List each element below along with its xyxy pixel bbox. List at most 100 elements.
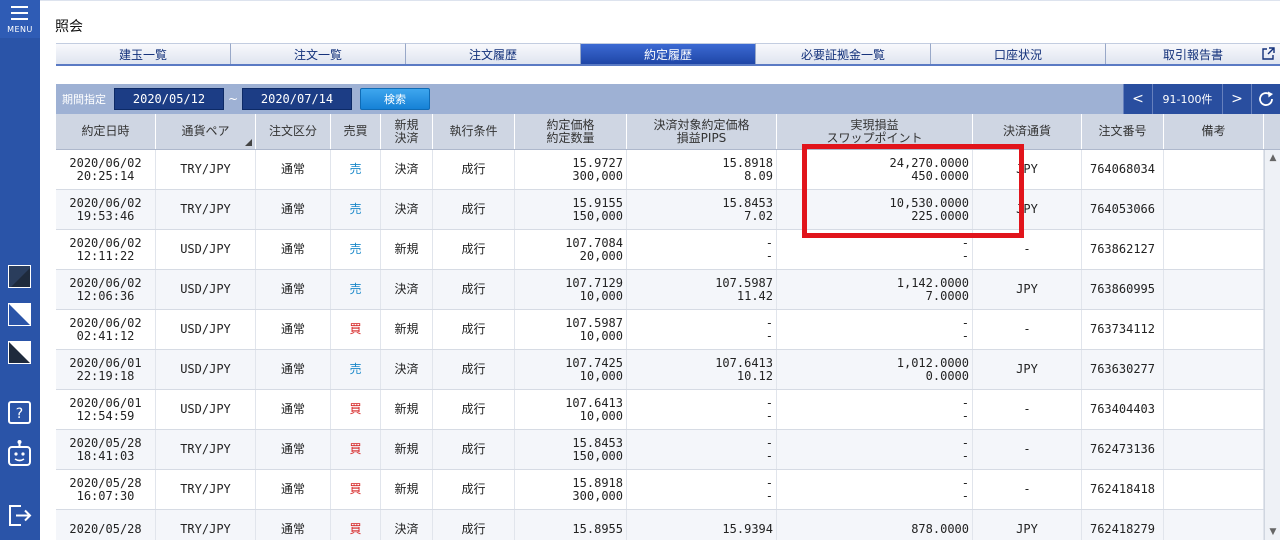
cell-exec-datetime-date: 2020/06/02 [69, 315, 142, 330]
tab-orders[interactable]: 注文一覧 [231, 43, 406, 64]
table-row[interactable]: 2020/06/02 19:53:46 TRY/JPY 通常売決済 成行 15.9155 1… [56, 190, 1264, 230]
vertical-scrollbar[interactable]: ▲ ▼ [1264, 150, 1280, 540]
table-row[interactable]: 2020/06/02 20:25:14 TRY/JPY 通常 売 決済 成行 15.9727 3… [56, 150, 1264, 190]
theme-navy-swatch[interactable] [8, 341, 31, 364]
cell-open-close-open-close: 決済 [394, 162, 419, 176]
cell-order-type: 通常 [256, 270, 331, 309]
cell-pnl-swap-pnl: - [961, 475, 969, 490]
left-sidebar: MENU ? [0, 0, 40, 540]
cell-price-qty: 107.6413 10,000 [515, 390, 627, 429]
cell-open-close: 決済 [381, 510, 433, 540]
svg-text:?: ? [16, 406, 23, 422]
date-from-input[interactable]: 2020/05/12 [114, 88, 224, 110]
prev-page-button[interactable]: < [1123, 84, 1152, 114]
col-settle-currency[interactable]: 決済通貨 [973, 114, 1082, 149]
cell-exec-datetime: 2020/05/28 16:07:30 [56, 470, 156, 509]
cell-currency-pair: TRY/JPY [156, 190, 256, 229]
cell-exec-datetime-time: 12:11:22 [76, 248, 135, 263]
table-row[interactable]: 2020/05/28 16:07:30 TRY/JPY 通常 買 新規 成行 15.8918 3… [56, 470, 1264, 510]
cell-remarks [1164, 230, 1264, 269]
cell-pnl-swap-swap: - [961, 248, 969, 263]
cell-order-number-order-no: 762418418 [1089, 482, 1156, 496]
theme-dark-swatch[interactable] [8, 265, 31, 288]
table-row[interactable]: 2020/06/02 12:11:22 USD/JPY 通常 売 新規 成行 107.7084… [56, 230, 1264, 270]
cell-side-side: 売 [349, 242, 362, 256]
cell-order-number-order-no: 763860995 [1089, 282, 1156, 296]
cell-exec-datetime-date: 2020/06/02 [69, 155, 142, 170]
col-remarks[interactable]: 備考 [1164, 114, 1264, 149]
cell-pnl-swap-swap: - [961, 408, 969, 423]
col-price-qty[interactable]: 約定価格 約定数量 [515, 114, 627, 149]
cell-order-number-order-no: 764053066 [1089, 202, 1156, 216]
scroll-up-icon[interactable]: ▲ [1265, 150, 1280, 166]
cell-order-type: 通常 [256, 230, 331, 269]
col-currency-pair-label: 通貨ペア [181, 124, 230, 138]
tab-execution-history[interactable]: 約定履歴 [581, 43, 756, 64]
cell-order-type: 通常 [256, 390, 331, 429]
sort-icon[interactable] [245, 139, 252, 146]
col-exec-condition[interactable]: 執行条件 [433, 114, 515, 149]
cell-exec-condition-exec: 成行 [461, 442, 486, 456]
cell-exec-datetime-time: 18:41:03 [76, 448, 135, 463]
col-target-price-pips[interactable]: 決済対象約定価格 損益PIPS [627, 114, 777, 149]
date-to-input[interactable]: 2020/07/14 [242, 88, 352, 110]
cell-side: 売 [331, 190, 381, 229]
tab-order-history[interactable]: 注文履歴 [406, 43, 581, 64]
cell-exec-condition-exec: 成行 [461, 362, 486, 376]
table-row[interactable]: 2020/05/28 18:41:03 TRY/JPY 通常買新規 成行 15.8453 1… [56, 430, 1264, 470]
help-icon[interactable]: ? [7, 400, 32, 425]
col-order-type[interactable]: 注文区分 [256, 114, 331, 149]
cell-exec-datetime-date: 2020/06/02 [69, 275, 142, 290]
cell-price-qty: 107.5987 10,000 [515, 310, 627, 349]
col-currency-pair[interactable]: 通貨ペア [156, 114, 256, 149]
cell-order-number-order-no: 762473136 [1089, 442, 1156, 456]
cell-exec-datetime-time: 16:07:30 [76, 488, 135, 503]
cell-pnl-swap-swap: 225.0000 [911, 208, 969, 223]
table-row[interactable]: 2020/06/01 12:54:59 USD/JPY 通常 買 新規 成行 107.6413… [56, 390, 1264, 430]
cell-exec-datetime-time: 20:25:14 [76, 168, 135, 183]
cell-order-type-order-type: 通常 [280, 362, 305, 376]
cell-open-close-open-close: 決済 [394, 362, 419, 376]
cell-exec-datetime-time: 02:41:12 [76, 328, 135, 343]
cell-currency-pair: USD/JPY [156, 390, 256, 429]
logout-icon[interactable] [7, 503, 32, 528]
col-side[interactable]: 売買 [331, 114, 381, 149]
cell-target-pips-target-price: 107.5987 [715, 275, 773, 290]
tab-positions[interactable]: 建玉一覧 [56, 43, 231, 64]
cell-open-close-open-close: 新規 [394, 322, 419, 336]
cell-side: 売 [331, 150, 381, 189]
table-row[interactable]: 2020/06/02 12:06:36 USD/JPY 通常 売 決済 成行 107.7129… [56, 270, 1264, 310]
cell-settle-currency: JPY [973, 150, 1082, 189]
table-row[interactable]: 2020/06/02 02:41:12 USD/JPY 通常 買 新規 成行 107.5987… [56, 310, 1264, 350]
cell-pnl-swap-swap: - [961, 328, 969, 343]
tab-trade-report[interactable]: 取引報告書 [1106, 43, 1280, 64]
theme-light-swatch[interactable] [8, 303, 31, 326]
refresh-icon[interactable] [1251, 84, 1280, 114]
cell-currency-pair-pair: USD/JPY [180, 322, 231, 336]
cell-settle-currency-currency: - [1023, 402, 1031, 416]
table-row[interactable]: 2020/06/01 22:19:18 USD/JPY 通常 売 決済 成行 107.7425… [56, 350, 1264, 390]
table-row[interactable]: 2020/05/28 TRY/JPY 通常 買 決済 成行 15.8955 15.9394 87… [56, 510, 1264, 540]
search-button[interactable]: 検索 [360, 88, 430, 110]
cell-exec-condition: 成行 [433, 190, 515, 229]
scroll-down-icon[interactable]: ▼ [1265, 524, 1280, 540]
cell-target-pips: 15.8918 8.09 [627, 150, 777, 189]
next-page-button[interactable]: > [1222, 84, 1251, 114]
menu-button[interactable]: MENU [0, 0, 40, 38]
cell-pnl-swap-pnl: - [961, 435, 969, 450]
cell-side-side: 売 [349, 162, 362, 176]
col-pnl-swap[interactable]: 実現損益 スワップポイント [777, 114, 973, 149]
col-order-number[interactable]: 注文番号 [1082, 114, 1164, 149]
robot-icon[interactable] [7, 440, 32, 466]
tab-required-margin[interactable]: 必要証拠金一覧 [756, 43, 931, 64]
col-open-close[interactable]: 新規 決済 [381, 114, 433, 149]
cell-open-close: 決済 [381, 190, 433, 229]
cell-open-close-open-close: 決済 [394, 282, 419, 296]
col-exec-datetime[interactable]: 約定日時 [56, 114, 156, 149]
cell-side-side: 買 [349, 442, 362, 456]
tab-bar: 建玉一覧 注文一覧 注文履歴 約定履歴 必要証拠金一覧 口座状況 取引報告書 [56, 43, 1280, 66]
cell-open-close: 新規 [381, 430, 433, 469]
tab-account-status[interactable]: 口座状況 [931, 43, 1106, 64]
external-link-icon[interactable] [1261, 46, 1276, 61]
cell-target-pips-target-price: - [765, 435, 773, 450]
